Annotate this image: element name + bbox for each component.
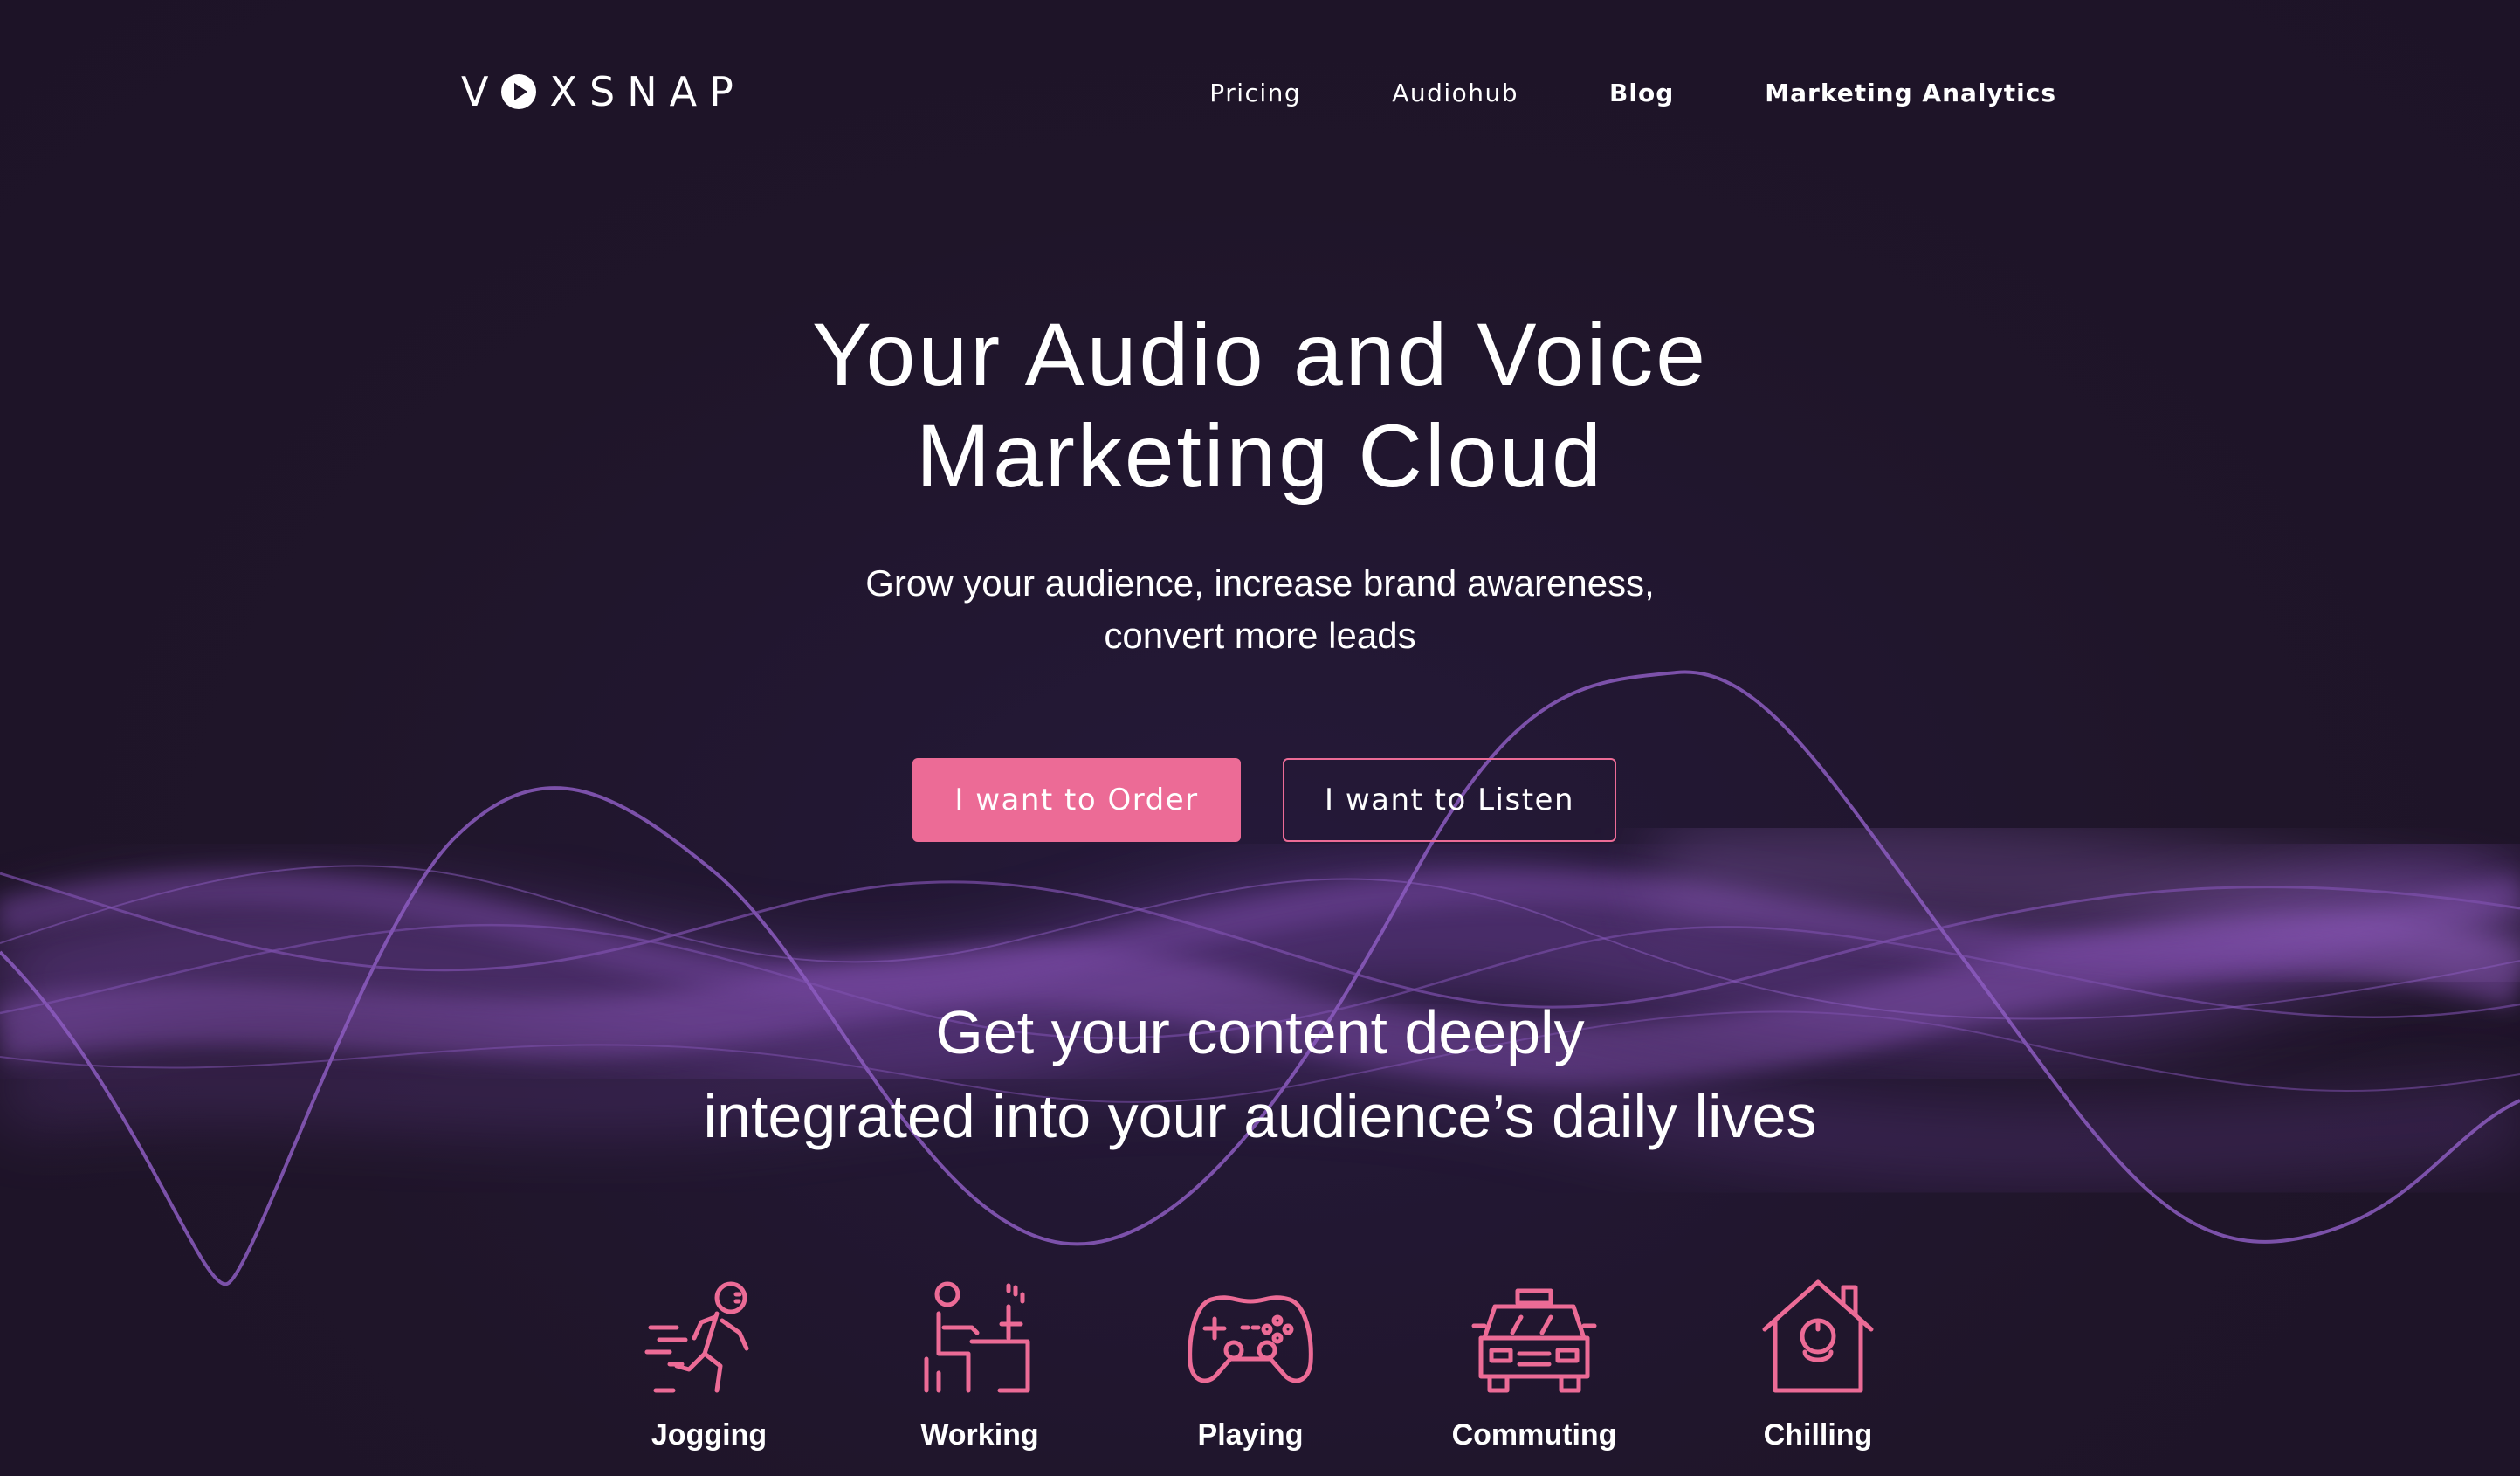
hero-title-line1: Your Audio and Voice [811,305,1709,404]
activity-working: Working [884,1275,1076,1452]
hero-title: Your Audio and Voice Marketing Cloud [0,304,2520,507]
activity-label-commuting: Commuting [1451,1418,1617,1452]
order-button[interactable]: I want to Order [912,758,1241,842]
activity-playing: Playing [1154,1275,1346,1452]
nav-audiohub[interactable]: Audiohub [1392,79,1518,107]
hero-subtitle-line2: convert more leads [1104,615,1416,656]
hero-title-line2: Marketing Cloud [916,406,1604,506]
nav-blog[interactable]: Blog [1609,79,1674,107]
hero-subtitle-line1: Grow your audience, increase brand aware… [865,562,1655,604]
logo-letter-s: S [589,68,628,115]
logo-letter-a: A [669,68,710,115]
logo-letter-p: P [709,68,746,115]
activity-commuting: Commuting [1438,1275,1630,1452]
activity-label-working: Working [920,1418,1039,1452]
gamepad-icon [1188,1295,1313,1383]
activity-chilling: Chilling [1722,1275,1914,1452]
nav-marketing-analytics[interactable]: Marketing Analytics [1765,79,2056,107]
working-icon [924,1281,1030,1393]
activity-label-jogging: Jogging [651,1418,768,1452]
hero-subtitle: Grow your audience, increase brand aware… [0,557,2520,662]
nav-pricing[interactable]: Pricing [1209,79,1301,107]
jogging-icon [644,1281,749,1393]
taxi-icon [1471,1288,1597,1393]
logo-letter-v: V [461,68,501,115]
section-title-line1: Get your content deeply [935,998,1585,1066]
play-circle-icon [501,74,537,109]
listen-button[interactable]: I want to Listen [1283,758,1616,842]
voxsnap-logo[interactable]: V X S N A P [461,68,746,115]
section-title: Get your content deeply integrated into … [0,990,2520,1158]
activity-jogging: Jogging [613,1275,805,1452]
activity-label-chilling: Chilling [1763,1418,1873,1452]
logo-letter-n: N [627,68,670,115]
landing-page: V X S N A P Pricing Audiohub Blog Market… [0,0,2520,1476]
main-nav: Pricing Audiohub Blog Marketing Analytic… [1209,75,2056,110]
home-icon [1762,1279,1874,1393]
activity-label-playing: Playing [1197,1418,1304,1452]
logo-letter-x: X [549,68,589,115]
sound-wave-background [0,670,2520,1286]
section-title-line2: integrated into your audience’s daily li… [703,1082,1817,1150]
